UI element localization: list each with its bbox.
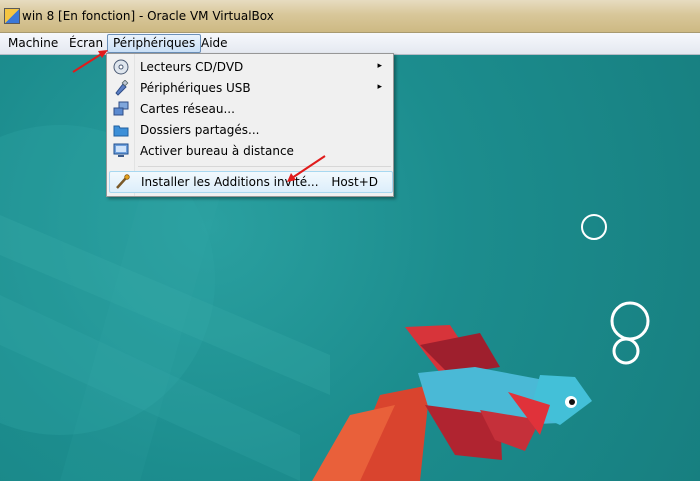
- annotation-overlay: [72, 50, 326, 182]
- red-arrow-icon: [72, 50, 108, 73]
- red-arrow-icon: [287, 155, 326, 182]
